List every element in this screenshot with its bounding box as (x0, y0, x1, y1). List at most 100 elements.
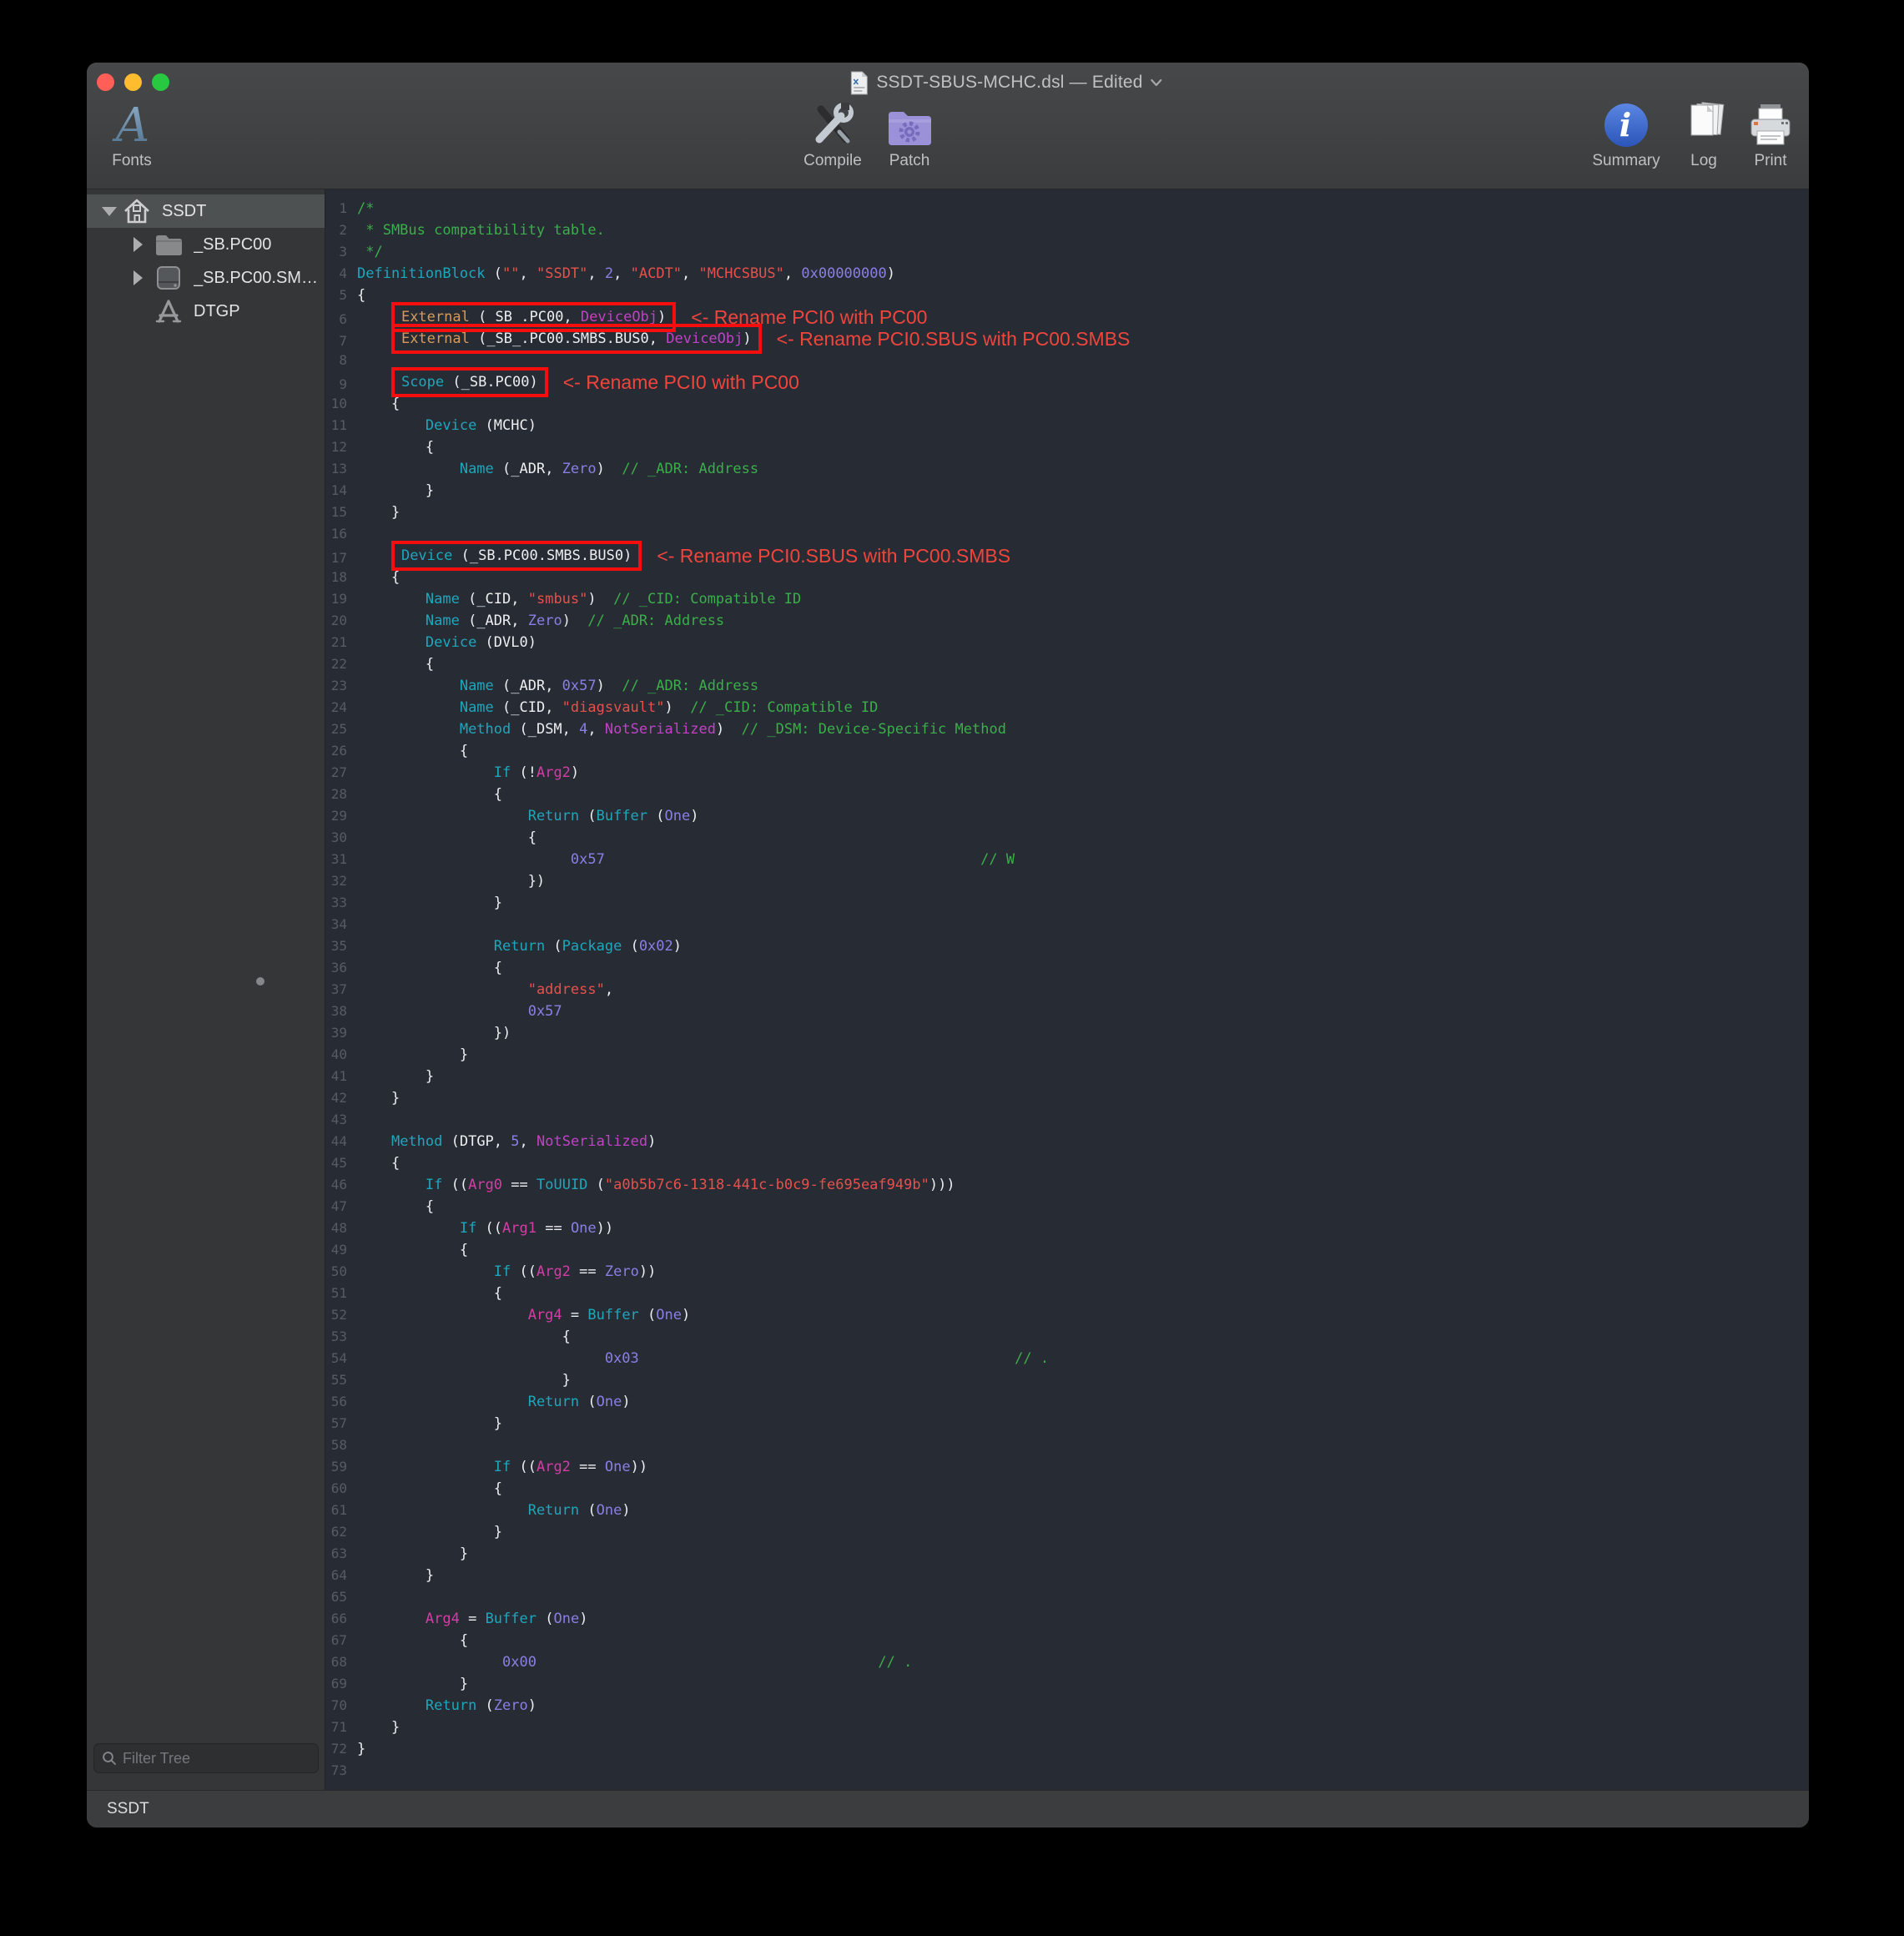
status-bar: SSDT (87, 1790, 1809, 1828)
code-line: 61 Return (One) (325, 1500, 1809, 1521)
code-token: (( (511, 1263, 536, 1280)
toolbar-compile-button[interactable]: Compile (791, 98, 874, 170)
tree-item-sb-pc00-smbs[interactable]: _SB.PC00.SM… (87, 261, 325, 295)
toolbar-fonts-button[interactable]: A Fonts (90, 98, 174, 170)
code-token: // _ADR: Address (622, 461, 758, 477)
code-line: 19 Name (_CID, "smbus") // _CID: Compati… (325, 588, 1809, 610)
code-token: (_ADR, (494, 678, 562, 694)
code-token: { (357, 829, 536, 846)
code-token: }) (357, 1025, 511, 1041)
code-token: Name (426, 613, 460, 629)
line-number: 42 (325, 1087, 357, 1109)
minimize-button[interactable] (124, 73, 142, 91)
chevron-down-icon[interactable] (1151, 78, 1163, 87)
disclosure-right-icon[interactable] (133, 270, 154, 285)
code-line: 51 { (325, 1283, 1809, 1304)
code-text: { (357, 439, 434, 456)
code-line: 36 { (325, 957, 1809, 979)
line-number: 54 (325, 1348, 357, 1369)
code-line: 20 Name (_ADR, Zero) // _ADR: Address (325, 610, 1809, 632)
code-token: /* (357, 200, 374, 217)
code-token: { (357, 1480, 502, 1497)
code-token: // . (878, 1654, 912, 1671)
disclosure-down-icon[interactable] (102, 207, 122, 216)
code-token: } (357, 895, 502, 911)
code-text: Scope (_SB.PC00)<- Rename PCI0 with PC00 (357, 376, 799, 393)
close-button[interactable] (97, 73, 114, 91)
device-drive-icon (154, 265, 184, 291)
code-editor[interactable]: 1/*2 * SMBus compatibility table.3 */4De… (325, 189, 1809, 1790)
code-token: Zero (528, 613, 562, 629)
code-token: Device (426, 634, 476, 651)
code-token: // _CID: Compatible ID (690, 699, 878, 716)
code-token: ) (682, 1307, 690, 1323)
code-text: Name (_ADR, Zero) // _ADR: Address (357, 461, 758, 477)
disclosure-right-icon[interactable] (133, 237, 154, 252)
rename-annotation: <- Rename PCI0.SBUS with PC00.SMBS (777, 328, 1131, 350)
code-token: { (357, 1155, 400, 1172)
code-text: If ((Arg2 == One)) (357, 1459, 647, 1475)
code-line: 64 } (325, 1565, 1809, 1586)
line-number: 73 (325, 1760, 357, 1782)
code-token: // _DSM: Device-Specific Method (742, 721, 1006, 738)
document-proxy-icon[interactable] (849, 71, 869, 95)
code-text: { (357, 829, 536, 846)
fullscreen-button[interactable] (152, 73, 169, 91)
filter-tree-input[interactable] (93, 1743, 319, 1773)
line-number: 29 (325, 805, 357, 827)
code-token (357, 1177, 426, 1193)
folder-icon (154, 233, 184, 256)
line-number: 32 (325, 870, 357, 892)
code-token: } (357, 1545, 468, 1562)
code-line: 60 { (325, 1478, 1809, 1500)
code-token: Buffer (587, 1307, 638, 1323)
code-token: Return (528, 1502, 579, 1519)
code-line: 45 { (325, 1152, 1809, 1174)
code-token: 0x57 (571, 851, 605, 868)
code-text: { (357, 1155, 400, 1172)
line-number: 38 (325, 1001, 357, 1022)
line-number: 13 (325, 458, 357, 480)
line-number: 52 (325, 1304, 357, 1326)
code-token (357, 311, 391, 328)
toolbar-compile-label: Compile (803, 152, 862, 170)
line-number: 28 (325, 784, 357, 805)
line-number: 45 (325, 1152, 357, 1174)
split-divider-dot[interactable] (256, 977, 264, 986)
code-text: Arg4 = Buffer (One) (357, 1307, 690, 1323)
ssdt-tree: SSDT _SB.PC00 (87, 189, 325, 328)
code-text: Device (_SB.PC00.SMBS.BUS0)<- Rename PCI… (357, 550, 1010, 567)
code-token: One (656, 1307, 682, 1323)
code-token (357, 1307, 528, 1323)
code-text: } (357, 1524, 502, 1540)
code-token: (_SB.PC00.SMBS.BUS0) (452, 547, 632, 564)
code-line: 48 If ((Arg1 == One)) (325, 1218, 1809, 1239)
line-number: 4 (325, 263, 357, 285)
toolbar-summary-button[interactable]: i Summary (1580, 98, 1672, 170)
code-token: , (605, 981, 613, 998)
code-token: } (357, 1567, 434, 1584)
code-line: 29 Return (Buffer (One) (325, 805, 1809, 827)
tree-item-sb-pc00[interactable]: _SB.PC00 (87, 228, 325, 261)
code-token: (_DSM, (511, 721, 579, 738)
code-token: One (665, 808, 691, 824)
line-number: 22 (325, 653, 357, 675)
line-number: 24 (325, 697, 357, 718)
code-token: Return (494, 938, 545, 955)
code-token: ( (579, 1394, 596, 1410)
toolbar-patch-button[interactable]: Patch (868, 98, 951, 170)
code-token: (MCHC) (476, 417, 536, 434)
code-token: ( (476, 1697, 493, 1714)
tree-item-ssdt[interactable]: SSDT (87, 194, 325, 228)
line-number: 26 (325, 740, 357, 762)
tree-item-dtgp[interactable]: DTGP (87, 295, 325, 328)
svg-text:A: A (112, 99, 149, 149)
code-token: }) (357, 873, 545, 890)
toolbar-print-button[interactable]: Print (1729, 98, 1809, 170)
code-token: ) (597, 461, 622, 477)
code-token: 5 (511, 1133, 519, 1150)
code-token: ) (571, 764, 579, 781)
code-text: External (_SB_.PC00.SMBS.BUS0, DeviceObj… (357, 333, 1130, 350)
code-token: ( (486, 265, 502, 282)
code-token: } (357, 1068, 434, 1085)
